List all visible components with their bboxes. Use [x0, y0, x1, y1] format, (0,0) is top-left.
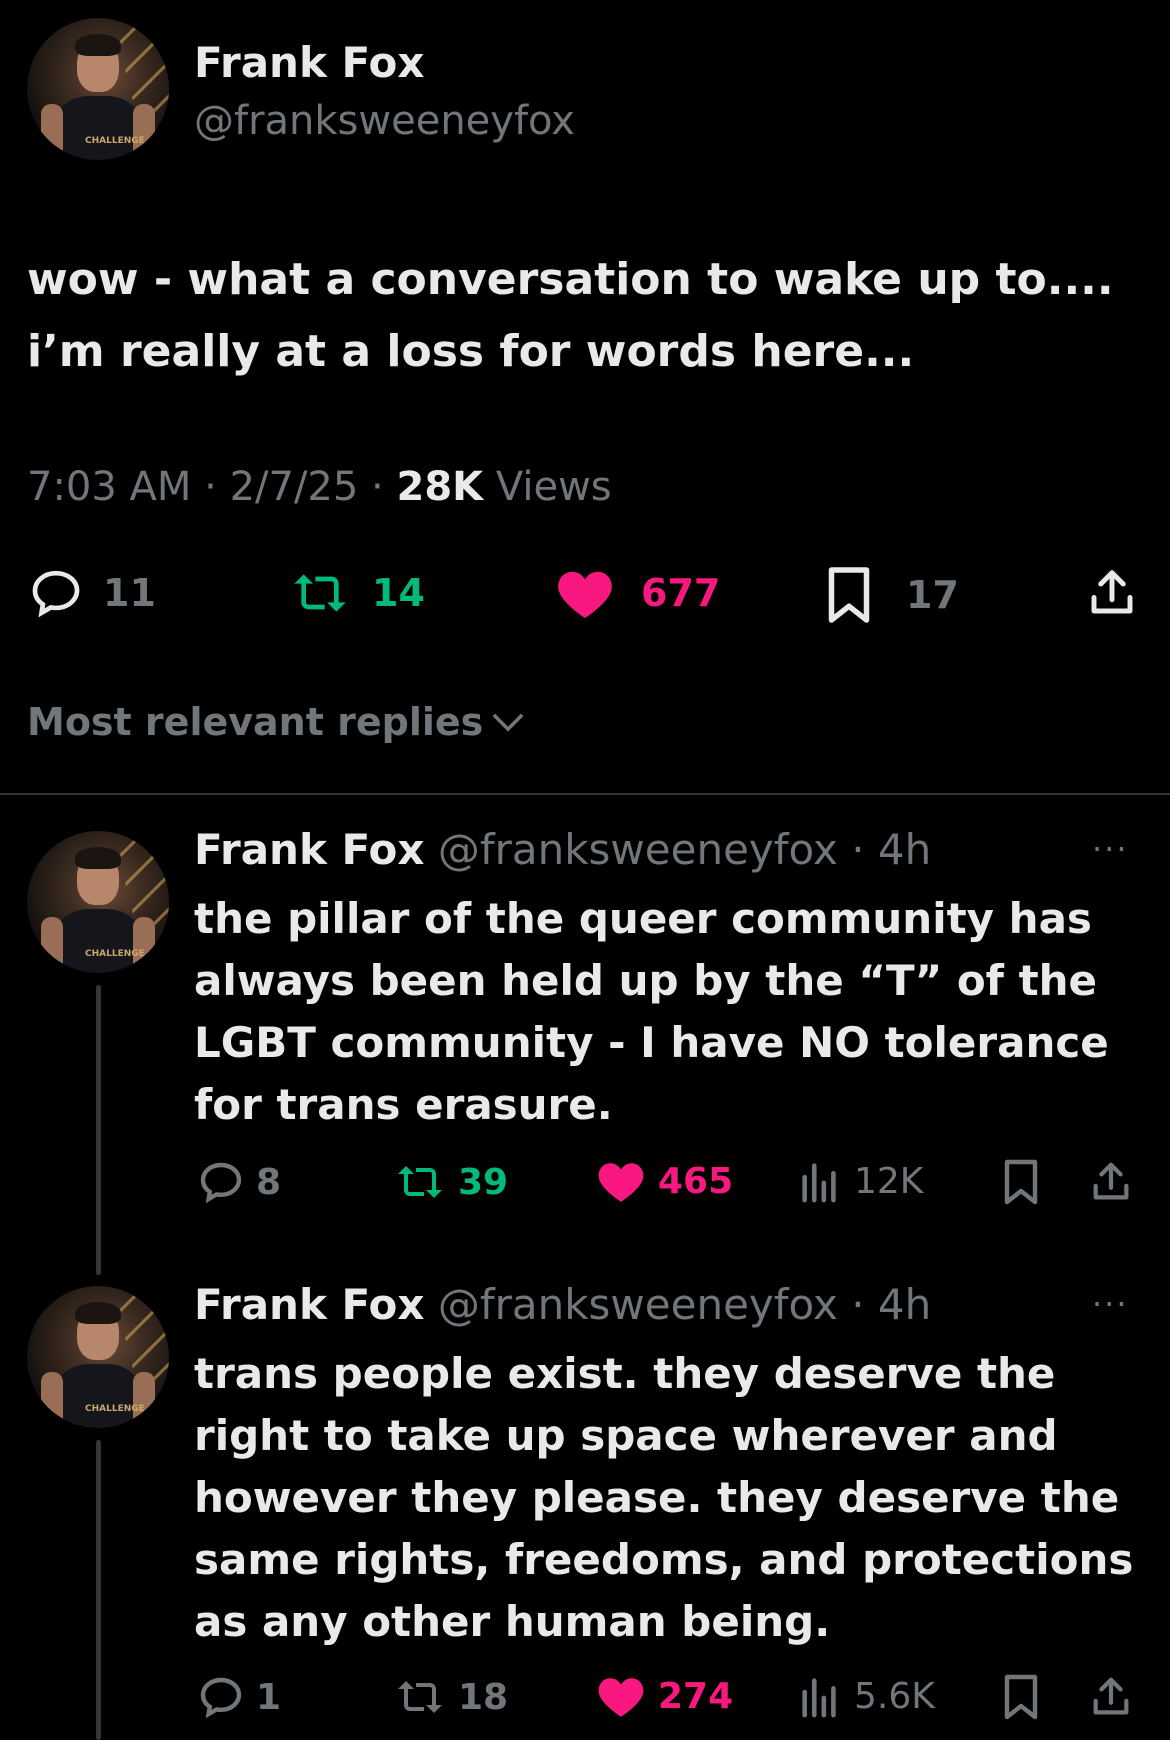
reply-count: 11 [103, 571, 156, 615]
avatar-arm-right [133, 104, 155, 160]
reply-header: Frank Fox @franksweeneyfox · 4h [194, 1280, 931, 1329]
tweet-time[interactable]: 7:03 AM [27, 464, 191, 510]
reply-author-handle[interactable]: @franksweeneyfox [438, 825, 838, 874]
author-avatar[interactable]: CHALLENGE [27, 18, 169, 160]
avatar-hair [75, 847, 121, 869]
avatar-torso [53, 96, 143, 160]
bookmark-count: 17 [906, 573, 959, 617]
repost-count: 39 [458, 1161, 509, 1203]
reply-author-name[interactable]: Frank Fox [194, 1280, 424, 1329]
like-button[interactable]: 274 [596, 1673, 733, 1719]
repost-count: 14 [372, 571, 425, 615]
heart-filled-icon [558, 571, 612, 618]
repost-button[interactable]: 39 [392, 1158, 508, 1206]
meta-separator: · [204, 464, 217, 510]
tweet-meta: 7:03 AM · 2/7/25 · 28K Views [27, 464, 612, 510]
divider [0, 793, 1170, 795]
repost-count: 18 [458, 1676, 509, 1718]
share-icon [1093, 1162, 1129, 1200]
reply-count: 1 [256, 1676, 282, 1718]
repost-icon [398, 1681, 442, 1713]
views-button[interactable]: 12K [800, 1158, 923, 1204]
share-icon [1093, 1677, 1129, 1715]
bookmark-button[interactable] [1001, 1673, 1041, 1721]
reply-button[interactable]: 8 [196, 1158, 281, 1206]
thread-connector-line [96, 985, 101, 1275]
author-handle[interactable]: @franksweeneyfox [194, 98, 575, 144]
reply-time[interactable]: · 4h [851, 825, 931, 874]
repost-button[interactable]: 14 [288, 565, 425, 621]
like-button[interactable]: 677 [555, 565, 720, 621]
like-count: 677 [641, 571, 721, 615]
avatar-arm-left [41, 1372, 63, 1428]
replies-sort-dropdown[interactable]: Most relevant replies [27, 700, 525, 744]
thread-connector-line [96, 1440, 101, 1740]
reply-icon [32, 570, 80, 618]
bookmark-button[interactable] [1001, 1158, 1041, 1206]
chevron-down-icon [492, 713, 524, 732]
reply-count: 8 [256, 1161, 282, 1203]
reply-author-handle[interactable]: @franksweeneyfox [438, 1280, 838, 1329]
more-options-icon[interactable]: ··· [1092, 830, 1129, 868]
reply-avatar[interactable]: CHALLENGE [27, 1286, 169, 1428]
avatar-arm-left [41, 917, 63, 973]
repost-icon [294, 574, 346, 612]
avatar-hair [75, 34, 121, 56]
avatar-arm-right [133, 1372, 155, 1428]
reply-button[interactable]: 1 [196, 1673, 281, 1721]
reply-author-name[interactable]: Frank Fox [194, 825, 424, 874]
more-options-icon[interactable]: ··· [1092, 1285, 1129, 1323]
repost-button[interactable]: 18 [392, 1673, 508, 1721]
views-button[interactable]: 5.6K [800, 1673, 935, 1719]
share-icon [1091, 570, 1133, 614]
bookmark-icon [1004, 1159, 1038, 1205]
like-button[interactable]: 465 [596, 1158, 733, 1204]
avatar-shirt-logo: CHALLENGE [85, 949, 145, 959]
share-button[interactable] [1088, 1158, 1134, 1206]
repost-icon [398, 1166, 442, 1198]
sort-label: Most relevant replies [27, 700, 484, 744]
avatar-shirt-logo: CHALLENGE [85, 1404, 145, 1414]
views-chart-icon [802, 1163, 836, 1203]
heart-filled-icon [598, 1678, 644, 1717]
reply-icon [200, 1677, 242, 1719]
reply-time[interactable]: · 4h [851, 1280, 931, 1329]
views-count: 12K [854, 1160, 924, 1202]
tweet-text: wow - what a conversation to wake up to.… [27, 254, 1114, 377]
author-name[interactable]: Frank Fox [194, 38, 424, 87]
bookmark-button[interactable]: 17 [826, 565, 959, 625]
views-count: 5.6K [854, 1675, 935, 1717]
avatar-shirt-logo: CHALLENGE [85, 136, 145, 146]
share-button[interactable] [1085, 565, 1139, 621]
avatar-torso [53, 909, 143, 973]
views-chart-icon [802, 1678, 836, 1718]
avatar-arm-right [133, 917, 155, 973]
reply-icon [200, 1162, 242, 1204]
tweet-date[interactable]: 2/7/25 [230, 464, 359, 510]
bookmark-icon [828, 567, 870, 623]
avatar-torso [53, 1364, 143, 1428]
like-count: 465 [658, 1160, 734, 1202]
reply-avatar[interactable]: CHALLENGE [27, 831, 169, 973]
heart-filled-icon [598, 1163, 644, 1202]
bookmark-icon [1004, 1674, 1038, 1720]
meta-separator: · [371, 464, 384, 510]
like-count: 274 [658, 1675, 734, 1717]
avatar-arm-left [41, 104, 63, 160]
reply-header: Frank Fox @franksweeneyfox · 4h [194, 825, 931, 874]
views-label: Views [495, 464, 612, 510]
views-count: 28K [396, 464, 484, 510]
share-button[interactable] [1088, 1673, 1134, 1721]
reply-button[interactable]: 11 [27, 565, 156, 621]
avatar-hair [75, 1302, 121, 1324]
reply-text: the pillar of the queer community has al… [194, 894, 1109, 1129]
reply-text: trans people exist. they deserve the rig… [194, 1349, 1134, 1646]
